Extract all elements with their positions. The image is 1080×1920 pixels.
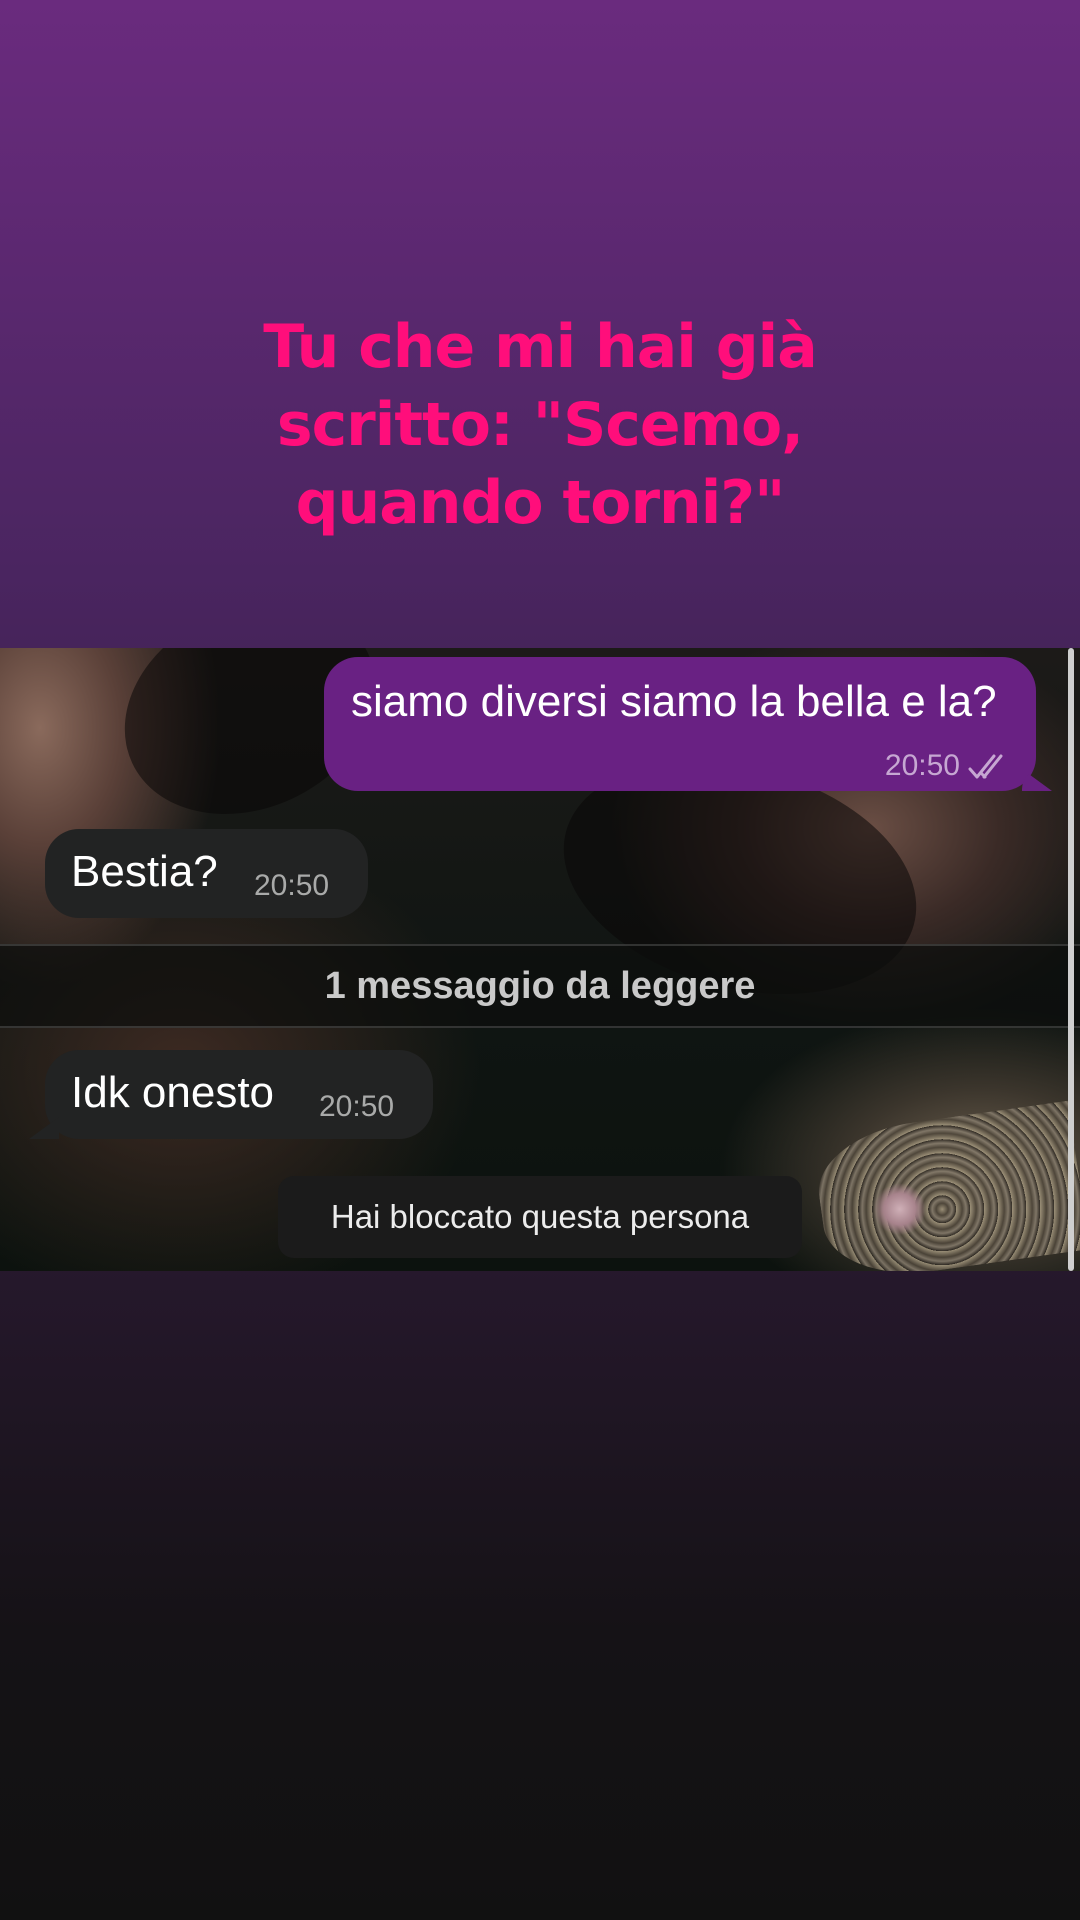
message-time: 20:50 — [319, 1090, 395, 1123]
incoming-message-bubble[interactable]: Idk onesto 20:50 — [29, 1050, 433, 1139]
wallpaper-bracelet — [810, 1100, 1080, 1271]
scrollbar[interactable] — [1068, 648, 1074, 1271]
message-text: Bestia? — [71, 847, 218, 896]
caption-line-3: quando torni?" — [295, 468, 786, 538]
bubble-tail — [29, 1117, 59, 1139]
message-time: 20:50 — [254, 869, 330, 902]
message-text: siamo diversi siamo la bella e la? — [351, 677, 997, 726]
bubble-tail — [1022, 769, 1052, 791]
double-check-icon — [968, 754, 1003, 779]
outgoing-message-bubble[interactable]: siamo diversi siamo la bella e la? 20:50 — [324, 657, 1052, 791]
story-caption: Tu che mi hai già scritto: "Scemo, quand… — [0, 308, 1080, 542]
chat-screenshot: siamo diversi siamo la bella e la? 20:50… — [0, 648, 1080, 1271]
blocked-notice[interactable]: Hai bloccato questa persona — [278, 1176, 802, 1258]
caption-line-1: Tu che mi hai già — [263, 312, 817, 382]
message-time: 20:50 — [884, 749, 960, 782]
unread-messages-divider: 1 messaggio da leggere — [0, 944, 1080, 1028]
message-text: Idk onesto — [71, 1068, 275, 1117]
caption-line-2: scritto: "Scemo, — [276, 390, 804, 460]
incoming-message-bubble[interactable]: Bestia? 20:50 — [45, 829, 368, 918]
